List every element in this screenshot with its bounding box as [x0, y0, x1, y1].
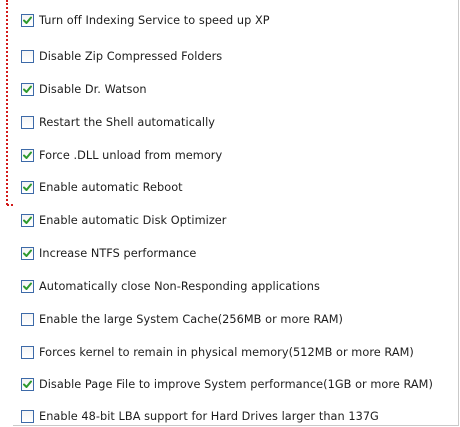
- checkbox-checked[interactable]: [21, 148, 34, 162]
- checkbox-checked[interactable]: [21, 180, 34, 194]
- option-label: Increase NTFS performance: [39, 246, 197, 260]
- checkbox-unchecked[interactable]: [21, 49, 34, 63]
- checkbox-checked[interactable]: [21, 13, 34, 27]
- checkbox-unchecked[interactable]: [21, 115, 34, 129]
- check-mark-icon: [23, 380, 32, 388]
- option-label: Restart the Shell automatically: [39, 115, 216, 129]
- check-mark-icon: [23, 249, 32, 257]
- option-disable-page-file[interactable]: Disable Page File to improve System perf…: [21, 374, 433, 394]
- check-mark-icon: [23, 183, 32, 191]
- option-48bit-lba[interactable]: Enable 48-bit LBA support for Hard Drive…: [21, 406, 379, 426]
- option-label: Enable automatic Reboot: [39, 180, 183, 194]
- option-label: Enable automatic Disk Optimizer: [39, 213, 227, 227]
- option-close-non-responding[interactable]: Automatically close Non-Responding appli…: [21, 276, 320, 296]
- option-label: Forces kernel to remain in physical memo…: [39, 345, 414, 359]
- checkbox-unchecked[interactable]: [21, 409, 34, 423]
- check-mark-icon: [23, 216, 32, 224]
- option-disable-indexing[interactable]: Turn off Indexing Service to speed up XP: [21, 10, 270, 30]
- checkbox-checked[interactable]: [21, 213, 34, 227]
- option-ntfs-performance[interactable]: Increase NTFS performance: [21, 243, 196, 263]
- checkbox-unchecked[interactable]: [21, 312, 34, 326]
- check-mark-icon: [23, 16, 32, 24]
- check-mark-icon: [23, 85, 32, 93]
- option-label: Turn off Indexing Service to speed up XP: [39, 13, 270, 27]
- option-label: Disable Dr. Watson: [39, 82, 147, 96]
- option-label: Enable 48-bit LBA support for Hard Drive…: [39, 409, 379, 423]
- option-restart-shell[interactable]: Restart the Shell automatically: [21, 112, 215, 132]
- check-mark-icon: [23, 282, 32, 290]
- option-large-system-cache[interactable]: Enable the large System Cache(256MB or m…: [21, 309, 343, 329]
- option-label: Automatically close Non-Responding appli…: [39, 279, 320, 293]
- annotation-dotted-line: [6, 0, 8, 205]
- checkbox-checked[interactable]: [21, 377, 34, 391]
- check-mark-icon: [23, 151, 32, 159]
- checkbox-checked[interactable]: [21, 279, 34, 293]
- option-kernel-in-memory[interactable]: Forces kernel to remain in physical memo…: [21, 342, 414, 362]
- option-label: Disable Zip Compressed Folders: [39, 49, 223, 63]
- option-label: Disable Page File to improve System perf…: [39, 377, 433, 391]
- option-disable-dr-watson[interactable]: Disable Dr. Watson: [21, 79, 147, 99]
- option-label: Force .DLL unload from memory: [39, 148, 223, 162]
- option-automatic-reboot[interactable]: Enable automatic Reboot: [21, 177, 183, 197]
- checkbox-checked[interactable]: [21, 246, 34, 260]
- option-label: Enable the large System Cache(256MB or m…: [39, 312, 344, 326]
- option-disk-optimizer[interactable]: Enable automatic Disk Optimizer: [21, 210, 227, 230]
- option-force-dll-unload[interactable]: Force .DLL unload from memory: [21, 145, 222, 165]
- checkbox-unchecked[interactable]: [21, 345, 34, 359]
- option-disable-zip-folders[interactable]: Disable Zip Compressed Folders: [21, 46, 222, 66]
- checkbox-checked[interactable]: [21, 82, 34, 96]
